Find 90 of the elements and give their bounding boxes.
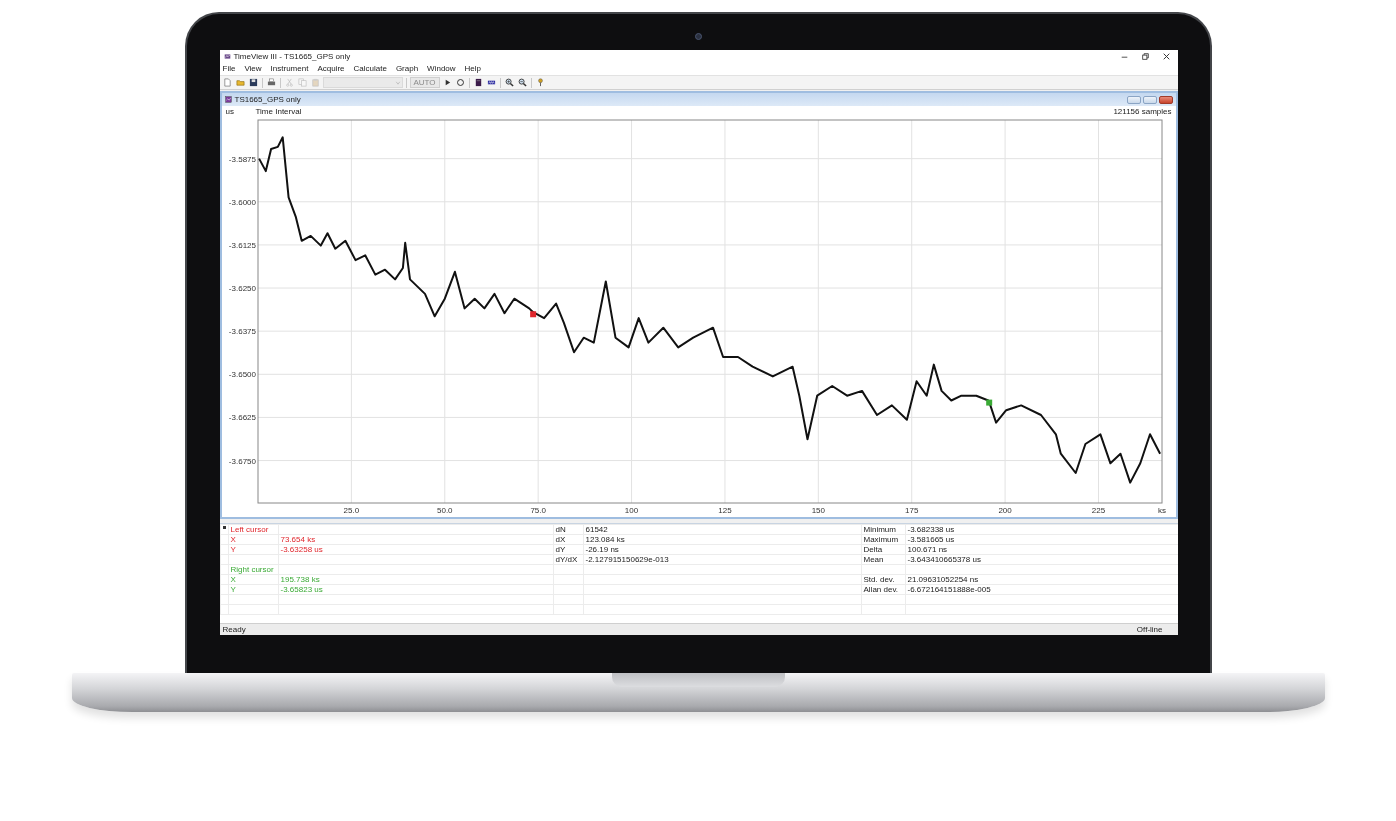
cursor-value: 73.654 ks — [280, 534, 316, 544]
axis-label: 225 — [1091, 506, 1105, 515]
statistic-value: -6.672164151888e-005 — [907, 584, 991, 594]
status-text: Ready — [222, 625, 246, 634]
sample-count: 121156 samples — [1113, 108, 1172, 116]
cursor-value: -3.65823 us — [280, 584, 323, 594]
axis-label: 150 — [811, 506, 825, 515]
axis-label: 50.0 — [436, 506, 453, 515]
menu-item[interactable]: File — [222, 65, 236, 73]
record-icon — [455, 78, 465, 87]
statistic-label: Minimum — [863, 524, 896, 534]
window-title: TimeView III - TS1665_GPS only — [233, 52, 351, 61]
axis-label: 125 — [717, 506, 732, 515]
app-icon — [223, 53, 231, 60]
menu-item[interactable]: Calculate — [353, 65, 387, 73]
camera-icon — [694, 33, 702, 40]
cut-icon — [284, 78, 294, 87]
axis-label: -3.6125 — [228, 240, 256, 250]
restore-icon[interactable] — [1141, 53, 1149, 60]
pin-icon — [535, 78, 545, 87]
statistic-value: 21.09631052254 ns — [907, 574, 979, 584]
document-title: TS1665_GPS only — [234, 95, 301, 104]
zoom-in-button[interactable] — [503, 77, 515, 88]
waveform-icon — [486, 78, 496, 87]
axis-label: -3.6375 — [228, 327, 256, 337]
book-icon — [473, 78, 483, 87]
difference-value: -26.19 ns — [585, 544, 619, 554]
statistic-label: Std. dev. — [863, 574, 895, 584]
record-button[interactable] — [454, 77, 466, 88]
cursor-label: X — [230, 574, 236, 584]
close-button[interactable] — [1158, 95, 1173, 104]
zoom-out-button[interactable] — [516, 77, 528, 88]
cursor-title: Right cursor — [230, 564, 274, 574]
folder-icon — [235, 78, 245, 87]
print-button[interactable] — [265, 77, 277, 88]
menu-item[interactable]: View — [244, 65, 262, 73]
new-file-icon — [222, 78, 232, 87]
close-icon[interactable] — [1162, 53, 1170, 60]
axis-label: -3.6625 — [228, 413, 256, 423]
difference-value: 123.084 ks — [585, 534, 625, 544]
cursor-title: Left cursor — [230, 524, 269, 534]
cursor-label: X — [230, 534, 236, 544]
cursor-label: Y — [230, 544, 236, 554]
zoom-out-icon — [517, 78, 527, 87]
axis-label: 25.0 — [343, 506, 359, 515]
statistic-value: -3.682338 us — [907, 524, 955, 534]
statistic-label: Delta — [863, 544, 883, 554]
cursor-value: -3.63258 us — [280, 544, 323, 554]
caret-icon — [394, 79, 401, 86]
copy-icon — [297, 78, 307, 87]
axis-title: ks — [1157, 506, 1166, 515]
difference-label: dX — [555, 534, 566, 544]
difference-label: dY — [555, 544, 566, 554]
status-text: Off-line — [1136, 625, 1163, 634]
save-icon — [248, 78, 258, 87]
difference-value: 61542 — [585, 524, 608, 534]
statistic-label: Mean — [863, 554, 884, 564]
statistic-label: Allan dev. — [863, 584, 899, 594]
statistic-value: -3.581665 us — [907, 534, 955, 544]
statistic-label: Maximum — [863, 534, 899, 544]
menu-item[interactable]: Help — [464, 65, 481, 73]
axis-label: 200 — [997, 506, 1012, 515]
difference-label: dN — [555, 524, 566, 534]
axis-label: -3.6500 — [228, 370, 256, 380]
menu-item[interactable]: Graph — [395, 65, 419, 73]
difference-label: dY/dX — [555, 554, 578, 564]
axis-unit: us — [225, 108, 235, 116]
axis-label: 75.0 — [529, 506, 546, 515]
paste-icon — [310, 78, 320, 87]
statistic-value: -3.643410665378 us — [907, 554, 981, 564]
axis-label: 175 — [904, 506, 918, 515]
document-icon — [224, 96, 232, 103]
zoom-in-icon — [504, 78, 514, 87]
cursor-value: 195.738 ks — [280, 574, 320, 584]
axis-label: 100 — [624, 506, 638, 515]
waveform-button[interactable] — [485, 77, 497, 88]
axis-label: -3.6000 — [228, 197, 256, 207]
save-button[interactable] — [247, 77, 259, 88]
row-marker-icon — [222, 525, 226, 529]
print-icon — [266, 78, 276, 87]
cursor-label: Y — [230, 584, 236, 594]
axis-label: -3.5875 — [228, 154, 256, 164]
axis-label: -3.6250 — [228, 284, 256, 294]
difference-value: -2.127915150629e-013 — [585, 554, 669, 564]
statistic-value: 100.671 ns — [907, 544, 948, 554]
menu-item[interactable]: Instrument — [270, 65, 309, 73]
menu-item[interactable]: Acquire — [317, 65, 345, 73]
menu-item[interactable]: Window — [427, 65, 456, 73]
graph-title: Time Interval — [255, 108, 302, 116]
axis-label: -3.6750 — [228, 456, 256, 466]
